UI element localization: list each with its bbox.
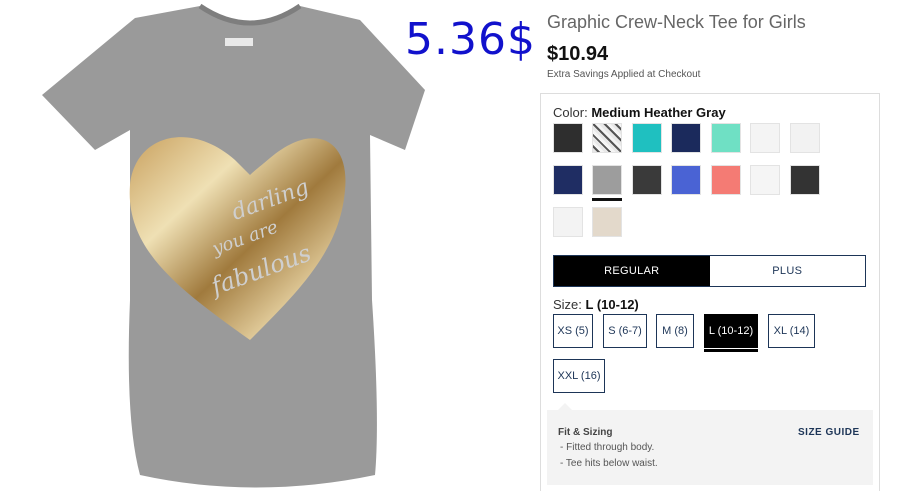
- color-swatch-coral[interactable]: [711, 165, 741, 195]
- fit-line-2: - Tee hits below waist.: [560, 458, 658, 469]
- color-swatch-periwinkle[interactable]: [671, 165, 701, 195]
- color-swatch-dark-gray[interactable]: [632, 165, 662, 195]
- size-guide-link[interactable]: SIZE GUIDE: [798, 427, 860, 438]
- fit-line-1: - Fitted through body.: [560, 442, 655, 453]
- selected-color-name: Medium Heather Gray: [591, 105, 726, 120]
- savings-note: Extra Savings Applied at Checkout: [547, 69, 701, 80]
- color-swatch-mint[interactable]: [711, 123, 741, 153]
- color-label-prefix: Color:: [553, 105, 588, 120]
- color-swatch-white-4[interactable]: [553, 207, 583, 237]
- fit-sizing-title: Fit & Sizing: [558, 427, 613, 438]
- selected-size-indicator: [704, 349, 758, 352]
- color-swatch-white-3[interactable]: [750, 165, 780, 195]
- selected-size-name: L (10-12): [585, 297, 639, 312]
- size-l-button[interactable]: L (10-12): [704, 314, 758, 348]
- product-price: $10.94: [547, 43, 609, 65]
- color-label: Color: Medium Heather Gray: [553, 105, 726, 120]
- color-swatch-charcoal[interactable]: [553, 123, 583, 153]
- color-swatch-oatmeal[interactable]: [592, 207, 622, 237]
- size-label-prefix: Size:: [553, 297, 582, 312]
- price-overlay: 5.36$: [405, 14, 536, 65]
- fit-toggle: REGULAR PLUS: [553, 255, 866, 287]
- fit-regular-button[interactable]: REGULAR: [554, 256, 710, 286]
- color-swatch-medium-heather-gray[interactable]: [592, 165, 622, 195]
- color-swatch-turquoise[interactable]: [632, 123, 662, 153]
- size-m-button[interactable]: M (8): [656, 314, 694, 348]
- color-swatch-dark-navy[interactable]: [553, 165, 583, 195]
- color-swatch-tiger-print[interactable]: [592, 123, 622, 153]
- product-image: darling you are fabulous: [42, 3, 425, 488]
- color-swatch-white-2[interactable]: [790, 123, 820, 153]
- selected-swatch-indicator: [592, 198, 622, 201]
- size-s-button[interactable]: S (6-7): [603, 314, 647, 348]
- fit-box-notch: [558, 403, 572, 410]
- size-label: Size: L (10-12): [553, 297, 639, 312]
- color-swatch-black-heather[interactable]: [790, 165, 820, 195]
- size-xl-button[interactable]: XL (14): [768, 314, 815, 348]
- color-swatch-white-1[interactable]: [750, 123, 780, 153]
- size-xxl-button[interactable]: XXL (16): [553, 359, 605, 393]
- size-xs-button[interactable]: XS (5): [553, 314, 593, 348]
- color-swatch-navy[interactable]: [671, 123, 701, 153]
- product-title: Graphic Crew-Neck Tee for Girls: [547, 12, 806, 32]
- fit-plus-button[interactable]: PLUS: [709, 256, 865, 286]
